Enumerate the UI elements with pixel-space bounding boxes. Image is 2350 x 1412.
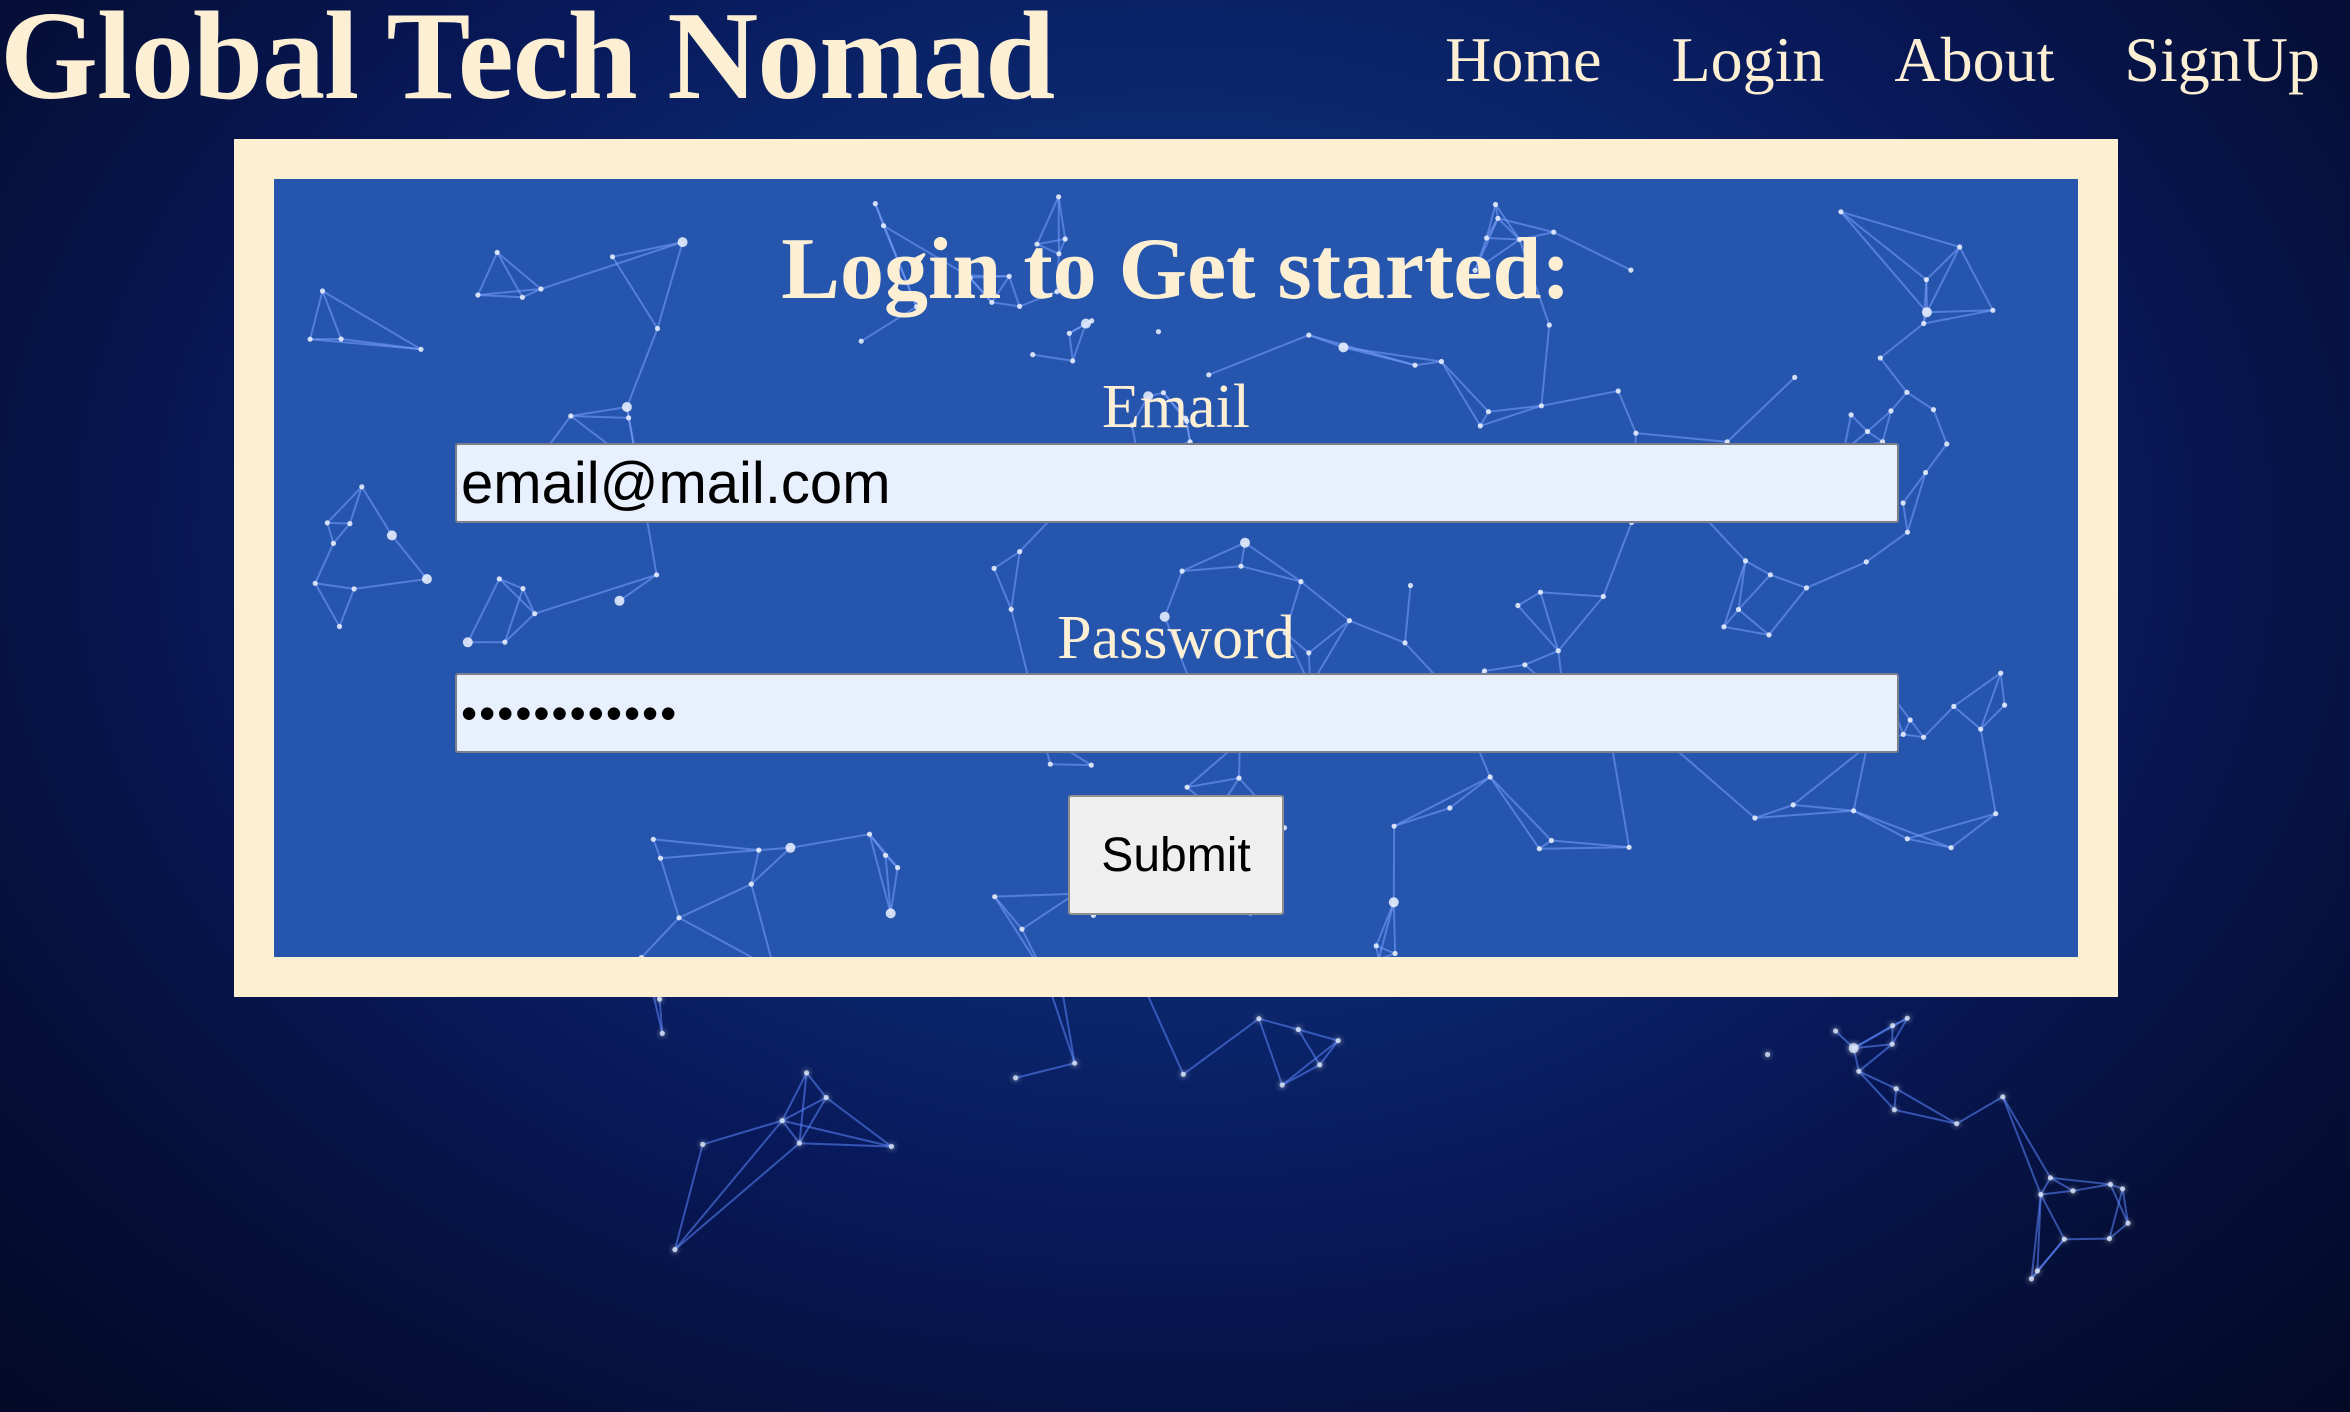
site-title: Global Tech Nomad <box>0 0 1055 126</box>
login-panel: Login to Get started: Email Password Sub… <box>274 179 2078 957</box>
email-field[interactable] <box>455 443 1899 523</box>
nav-about-link[interactable]: About <box>1894 28 2054 92</box>
nav-home-link[interactable]: Home <box>1445 28 1601 92</box>
top-navigation: Home Login About SignUp <box>1445 28 2320 92</box>
login-heading: Login to Get started: <box>781 221 1571 318</box>
login-card-frame: Login to Get started: Email Password Sub… <box>234 139 2118 997</box>
email-label: Email <box>1101 373 1251 441</box>
nav-login-link[interactable]: Login <box>1672 28 1825 92</box>
password-label: Password <box>1057 604 1295 672</box>
submit-button[interactable]: Submit <box>1068 795 1284 915</box>
nav-signup-link[interactable]: SignUp <box>2124 28 2320 92</box>
password-field[interactable] <box>455 673 1899 753</box>
login-form: Login to Get started: Email Password Sub… <box>274 179 2078 957</box>
